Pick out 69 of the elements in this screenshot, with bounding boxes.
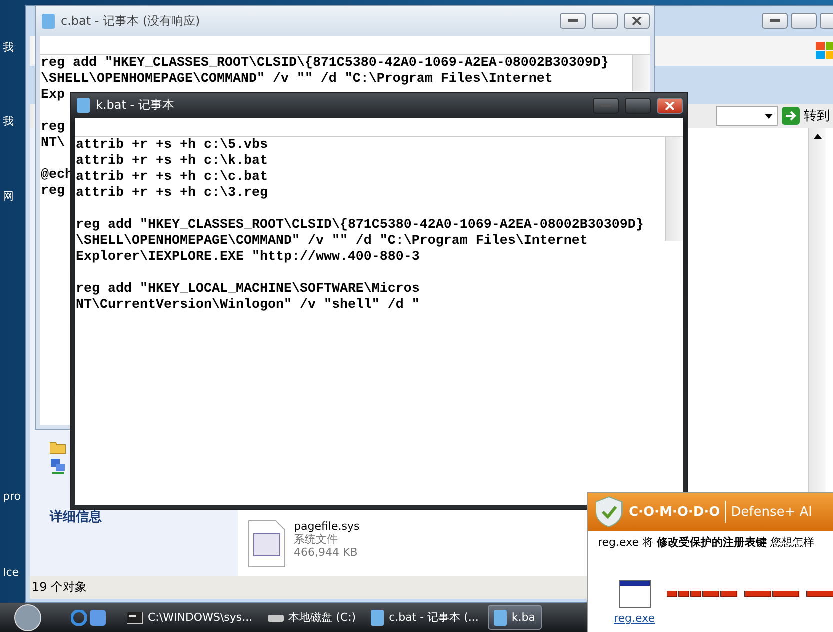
minimize-button[interactable] xyxy=(762,13,788,29)
code-line: reg add "HKEY_LOCAL_MACHINE\SOFTWARE\Micros xyxy=(76,282,420,298)
address-field[interactable] xyxy=(716,106,778,126)
minimize-button[interactable] xyxy=(560,13,586,29)
desktop-icon-label[interactable]: 网 xyxy=(3,189,14,204)
taskbar-button[interactable]: C:\WINDOWS\sys... xyxy=(121,605,259,630)
brand-name: C·O·M·O·D·O xyxy=(629,504,720,520)
shield-icon xyxy=(594,496,624,528)
close-icon xyxy=(665,102,675,110)
minimize-icon xyxy=(568,19,578,23)
alert-message: reg.exe 将 修改受保护的注册表键 您想怎样 xyxy=(597,535,816,551)
start-button-icon[interactable] xyxy=(14,604,42,632)
code-line: reg add "HKEY_CLASSES_ROOT\CLSID\{871C5380-42A0-1069-A2EA-08002B30309D} xyxy=(41,56,609,72)
network-icon xyxy=(50,458,66,474)
code-line: attrib +r +s +h c:\c.bat xyxy=(76,170,268,186)
close-button[interactable] xyxy=(624,13,650,29)
code-line: attrib +r +s +h c:\k.bat xyxy=(76,154,268,170)
scroll-up-icon xyxy=(814,134,822,139)
notepad-icon xyxy=(77,98,90,113)
notepad-icon xyxy=(494,610,507,626)
code-line: reg add "HKEY_CLASSES_ROOT\CLSID\{871C5380-42A0-1069-A2EA-08002B30309D} xyxy=(76,218,644,234)
console-icon xyxy=(127,612,143,624)
code-line: \SHELL\OPENHOMEPAGE\COMMAND" /v "" /d "C:\Program Files\Internet xyxy=(76,234,588,250)
minimize-icon xyxy=(770,19,780,23)
scrollbar[interactable] xyxy=(665,137,683,241)
code-line: reg xyxy=(41,184,65,200)
code-line: attrib +r +s +h c:\5.vbs xyxy=(76,138,268,154)
code-line: NT\ xyxy=(41,136,65,152)
scrollbar[interactable] xyxy=(632,55,650,91)
code-line: attrib +r +s +h c:\3.reg xyxy=(76,186,268,202)
object-count: 19 个对象 xyxy=(32,579,88,596)
desktop-icon-label[interactable]: 我 xyxy=(3,40,14,55)
maximize-button[interactable] xyxy=(592,13,618,29)
go-button[interactable]: 转到 xyxy=(782,107,830,125)
notepad-icon xyxy=(42,14,55,28)
maximize-button[interactable] xyxy=(625,98,651,114)
window-title: k.bat - 记事本 xyxy=(96,97,176,114)
desktop-icon-label[interactable]: pro xyxy=(3,490,21,503)
desktop-icon-label[interactable]: 我 xyxy=(3,114,14,129)
code-line: reg xyxy=(41,120,65,136)
code-line: \SHELL\OPENHOMEPAGE\COMMAND" /v "" /d "C:\Program Files\Internet xyxy=(41,72,553,88)
code-line: Explorer\IEXPLORE.EXE "http://www.400-880-3 xyxy=(76,250,420,266)
code-line: NT\CurrentVersion\Winlogon" /v "shell" /d " xyxy=(76,298,420,314)
application-window-icon xyxy=(618,580,651,608)
minimize-icon xyxy=(601,104,611,108)
close-icon xyxy=(632,17,642,25)
windows-logo-icon xyxy=(816,42,833,60)
taskbar-button[interactable]: c.bat - 记事本 (... xyxy=(365,605,485,630)
notepad-icon xyxy=(371,610,384,626)
file-name[interactable]: pagefile.sys xyxy=(294,520,360,533)
desktop-icon-label[interactable]: Ice xyxy=(3,566,20,579)
product-name: Defense+ Al xyxy=(731,504,812,520)
window-title: c.bat - 记事本 (没有响应) xyxy=(61,12,202,30)
application-link[interactable]: reg.exe xyxy=(614,612,656,625)
minimize-button[interactable] xyxy=(593,98,619,114)
desktop-shortcut-icon[interactable] xyxy=(90,610,106,626)
drive-icon xyxy=(268,612,284,622)
file-type: 系统文件 xyxy=(294,533,339,546)
dropdown-arrow-icon xyxy=(765,114,773,118)
close-button[interactable] xyxy=(657,98,683,114)
file-size: 466,944 KB xyxy=(294,546,359,559)
maximize-button[interactable] xyxy=(791,13,817,29)
details-heading[interactable]: 详细信息 xyxy=(50,508,238,526)
taskbar-button[interactable]: 本地磁盘 (C:) xyxy=(262,605,362,630)
taskbar-button[interactable]: k.ba xyxy=(488,605,542,630)
code-line: Exp xyxy=(41,88,65,104)
folder-icon xyxy=(50,441,66,454)
browser-icon[interactable] xyxy=(71,610,87,626)
system-file-icon[interactable] xyxy=(248,520,286,568)
